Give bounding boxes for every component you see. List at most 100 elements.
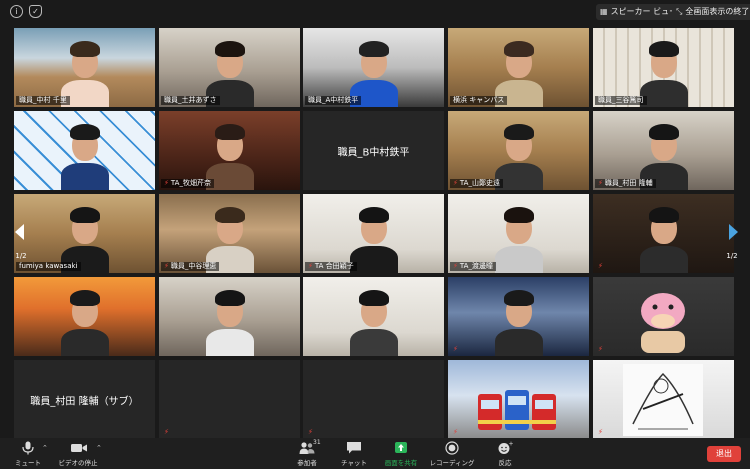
participant-tile[interactable]: ⚡ <box>159 360 300 439</box>
participant-hair <box>503 124 534 140</box>
participant-tile[interactable] <box>14 111 155 190</box>
participant-body <box>639 246 688 273</box>
participant-name: 職員_土井あずさ <box>164 96 217 104</box>
participant-hair <box>214 41 245 57</box>
recording-button[interactable]: レコーディング <box>428 441 476 467</box>
info-icon[interactable]: i <box>10 5 23 18</box>
stop-video-label: ビデオの停止 <box>58 459 98 467</box>
participants-count: 31 <box>313 439 321 446</box>
participant-tile[interactable] <box>159 277 300 356</box>
participant-hair <box>358 207 389 223</box>
top-bar: i ✓ ▦ スピーカー ビュー ⤡ 全画面表示の終了 <box>0 0 750 24</box>
participant-tile[interactable]: 職員_A中村鉄平 <box>303 28 444 107</box>
reactions-label: 反応 <box>498 459 512 467</box>
exit-fullscreen-icon: ⤡ <box>676 7 683 16</box>
participant-hair <box>69 207 100 223</box>
next-page-button[interactable]: 1/2 <box>721 208 743 264</box>
grid-icon: ▦ <box>600 7 608 16</box>
video-options-caret[interactable]: ⌃ <box>96 444 102 452</box>
muted-microphone-icon: ⚡ <box>598 428 603 436</box>
participant-tile[interactable]: 横浜 キャンパス <box>448 28 589 107</box>
chevron-right-icon <box>729 224 738 240</box>
participant-hair <box>648 124 679 140</box>
participant-body <box>639 80 688 107</box>
audio-options-caret[interactable]: ⌃ <box>42 444 48 452</box>
participant-hair <box>214 124 245 140</box>
microphone-icon <box>20 441 36 455</box>
participant-tile[interactable]: ⚡ <box>593 360 734 439</box>
participant-tile[interactable]: ⚡ TA_渡邊瞳 <box>448 194 589 273</box>
participant-hair <box>214 290 245 306</box>
participant-tile[interactable]: ⚡ 職員_村田 隆輔 <box>593 111 734 190</box>
speaker-view-button[interactable]: ▦ スピーカー ビュー <box>596 4 683 20</box>
participant-tile[interactable]: 職員_村田 隆輔（サブ） <box>14 360 155 439</box>
previous-page-button[interactable]: 1/2 <box>10 208 32 264</box>
speaker-view-label: スピーカー ビュー <box>610 7 678 16</box>
muted-microphone-icon: ⚡ <box>453 345 458 353</box>
participant-tile[interactable]: 職員_三谷篤司 <box>593 28 734 107</box>
chat-label: チャット <box>341 459 367 467</box>
reactions-button[interactable]: + 反応 <box>481 441 529 467</box>
share-screen-label: 画面を共有 <box>384 459 418 467</box>
muted-microphone-icon: ⚡ <box>453 262 458 270</box>
participant-tile[interactable]: ⚡ TA 合田穎子 <box>303 194 444 273</box>
participant-tile[interactable]: 職員_中村 千里 <box>14 28 155 107</box>
exit-fullscreen-label: 全画面表示の終了 <box>685 7 750 16</box>
video-camera-icon <box>70 441 87 455</box>
participant-name-tag: ⚡ <box>161 428 172 437</box>
participant-body <box>494 246 543 273</box>
participant-tile[interactable]: ⚡ <box>593 277 734 356</box>
shield-icon[interactable]: ✓ <box>29 5 42 18</box>
participant-name-tag: ⚡ TA 合田穎子 <box>305 262 357 271</box>
participant-hair <box>358 41 389 57</box>
participant-name-tag: ⚡ 職員_村田 隆輔 <box>595 179 656 188</box>
exit-fullscreen-button[interactable]: ⤡ 全画面表示の終了 <box>672 4 750 20</box>
participant-tile[interactable]: ⚡ <box>448 277 589 356</box>
participant-tile[interactable]: ⚡ TA_牧畑芹奈 <box>159 111 300 190</box>
participant-hair <box>648 41 679 57</box>
participant-hair <box>503 290 534 306</box>
muted-microphone-icon: ⚡ <box>308 262 313 270</box>
participant-hair <box>648 207 679 223</box>
participant-hair <box>503 207 534 223</box>
participant-tile[interactable]: ⚡ <box>303 360 444 439</box>
participant-tile[interactable]: ⚡ TA_山鄭史遠 <box>448 111 589 190</box>
participant-tile[interactable]: 職員_B中村鉄平 <box>303 111 444 190</box>
participant-name: 職員_三谷篤司 <box>598 96 644 104</box>
participant-tile[interactable]: ⚡ <box>448 360 589 439</box>
participant-tile[interactable]: 職員_土井あずさ <box>159 28 300 107</box>
stop-video-button[interactable]: ビデオの停止 <box>54 441 102 467</box>
participant-name-tag: 職員_三谷篤司 <box>595 96 647 105</box>
muted-microphone-icon: ⚡ <box>308 428 313 436</box>
chat-button[interactable]: チャット <box>330 441 378 467</box>
zoom-meeting-window: i ✓ ▦ スピーカー ビュー ⤡ 全画面表示の終了 職員_中村 千里 職員_土井… <box>0 0 750 469</box>
participant-name-tag: 職員_A中村鉄平 <box>305 96 362 105</box>
participant-hair <box>69 124 100 140</box>
page-indicator-left: 1/2 <box>15 252 27 260</box>
participant-tile[interactable] <box>303 277 444 356</box>
participant-tile[interactable] <box>14 277 155 356</box>
muted-microphone-icon: ⚡ <box>164 262 169 270</box>
participants-button[interactable]: 31 参加者 <box>283 439 331 467</box>
participant-name-tag: ⚡ <box>595 262 606 271</box>
participant-tile[interactable]: fumiya kawasaki <box>14 194 155 273</box>
leave-button[interactable]: 退出 <box>707 446 741 462</box>
svg-text:+: + <box>509 441 514 448</box>
participant-name-tag: 横浜 キャンパス <box>450 96 508 105</box>
muted-microphone-icon: ⚡ <box>164 179 169 187</box>
participant-name-tag: ⚡ TA_山鄭史遠 <box>450 179 503 188</box>
participant-name-tag: ⚡ TA_牧畑芹奈 <box>161 179 214 188</box>
muted-microphone-icon: ⚡ <box>453 179 458 187</box>
chevron-left-icon <box>15 224 24 240</box>
participant-name: 職員_A中村鉄平 <box>308 96 359 104</box>
participant-name-tag: ⚡ <box>450 345 461 354</box>
participant-tile[interactable]: ⚡ <box>593 194 734 273</box>
share-screen-button[interactable]: 画面を共有 <box>377 441 425 467</box>
participant-name: 職員_中村 千里 <box>19 96 67 104</box>
participant-hair <box>69 290 100 306</box>
participant-tile[interactable]: ⚡ 職員_中谷理恵 <box>159 194 300 273</box>
participant-video <box>55 111 115 190</box>
smiley-plus-icon: + <box>497 441 514 455</box>
muted-microphone-icon: ⚡ <box>598 345 603 353</box>
participant-body <box>60 163 109 190</box>
